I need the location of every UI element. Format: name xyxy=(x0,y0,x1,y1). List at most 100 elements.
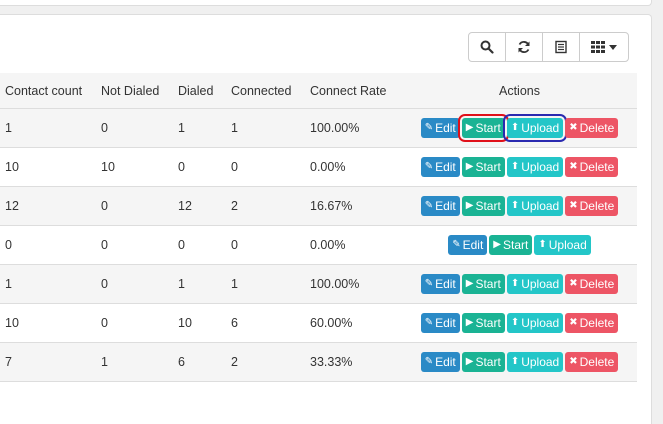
upload-icon: ⬆ xyxy=(538,239,547,250)
start-button-label: Start xyxy=(475,277,501,291)
cell-connect-rate: 100.00% xyxy=(305,264,402,304)
edit-button-label: Edit xyxy=(462,238,484,252)
edit-icon: ✎ xyxy=(424,161,434,172)
cell-connected: 6 xyxy=(226,303,305,343)
edit-button[interactable]: ✎ Edit xyxy=(420,118,460,138)
delete-button[interactable]: ✖ Delete xyxy=(565,196,619,216)
start-button-label: Start xyxy=(475,316,501,330)
start-button[interactable]: ▶ Start xyxy=(461,274,505,294)
cell-connected: 0 xyxy=(226,147,305,187)
upload-button-label: Upload xyxy=(548,238,587,252)
delete-button[interactable]: ✖ Delete xyxy=(565,118,619,138)
search-icon xyxy=(480,40,494,54)
header-dialed[interactable]: Dialed xyxy=(173,73,226,109)
cell-actions: ✎ Edit ▶ Start ⬆ Upload ✖ Delete xyxy=(402,147,637,187)
edit-button[interactable]: ✎ Edit xyxy=(420,313,460,333)
edit-icon: ✎ xyxy=(424,317,434,328)
upload-icon: ⬆ xyxy=(510,278,520,289)
cell-connected: 0 xyxy=(226,225,305,265)
cell-actions: ✎ Edit ▶ Start ⬆ Upload ✖ Delete xyxy=(402,342,637,382)
columns-dropdown-button[interactable] xyxy=(579,32,629,62)
cell-dialed: 6 xyxy=(173,342,226,382)
upload-button-label: Upload xyxy=(521,160,560,174)
toggle-view-button[interactable] xyxy=(542,32,580,62)
cell-contact-count: 1 xyxy=(0,264,96,304)
delete-button[interactable]: ✖ Delete xyxy=(565,157,619,177)
start-button[interactable]: ▶ Start xyxy=(461,157,505,177)
header-not-dialed[interactable]: Not Dialed xyxy=(96,73,173,109)
upload-button[interactable]: ⬆ Upload xyxy=(502,114,568,142)
upload-icon: ⬆ xyxy=(510,317,520,328)
start-button[interactable]: ▶ Start xyxy=(457,114,509,142)
play-icon: ▶ xyxy=(465,200,474,211)
play-icon: ▶ xyxy=(465,356,474,367)
header-contact-count[interactable]: Contact count xyxy=(0,73,96,109)
delete-button[interactable]: ✖ Delete xyxy=(565,313,619,333)
cell-dialed: 10 xyxy=(173,303,226,343)
cell-dialed: 1 xyxy=(173,108,226,148)
edit-button-label: Edit xyxy=(435,121,456,135)
table-row: 10 0 10 6 60.00% ✎ Edit ▶ Start ⬆ Upload ✖ Delete xyxy=(0,303,637,343)
table-row: 1 0 1 1 100.00% ✎ Edit ▶ Start ⬆ Upload ✖ Delete xyxy=(0,108,637,148)
edit-icon: ✎ xyxy=(424,122,434,133)
close-icon: ✖ xyxy=(569,200,578,211)
cell-connected: 1 xyxy=(226,264,305,304)
play-icon: ▶ xyxy=(465,161,474,172)
edit-button[interactable]: ✎ Edit xyxy=(420,274,460,294)
cell-contact-count: 10 xyxy=(0,303,96,343)
cell-connect-rate: 0.00% xyxy=(305,225,402,265)
search-button[interactable] xyxy=(468,32,506,62)
play-icon: ▶ xyxy=(493,239,501,250)
play-icon: ▶ xyxy=(465,317,474,328)
cell-dialed: 0 xyxy=(173,225,226,265)
delete-button-label: Delete xyxy=(579,316,615,330)
delete-button-label: Delete xyxy=(579,355,615,369)
upload-button[interactable]: ⬆ Upload xyxy=(506,352,564,372)
cell-actions: ✎ Edit ▶ Start ⬆ Upload ✖ Delete xyxy=(402,108,637,148)
cell-contact-count: 0 xyxy=(0,225,96,265)
upload-icon: ⬆ xyxy=(510,122,520,133)
edit-button[interactable]: ✎ Edit xyxy=(448,235,488,255)
close-icon: ✖ xyxy=(569,356,578,367)
upload-button[interactable]: ⬆ Upload xyxy=(506,274,564,294)
header-actions: Actions xyxy=(402,73,637,109)
edit-button[interactable]: ✎ Edit xyxy=(420,196,460,216)
cell-contact-count: 7 xyxy=(0,342,96,382)
delete-button[interactable]: ✖ Delete xyxy=(565,352,619,372)
start-button-label: Start xyxy=(475,160,501,174)
upload-button[interactable]: ⬆ Upload xyxy=(506,157,564,177)
upload-button[interactable]: ⬆ Upload xyxy=(534,235,591,255)
edit-icon: ✎ xyxy=(424,278,434,289)
play-icon: ▶ xyxy=(465,122,474,133)
cell-not-dialed: 0 xyxy=(96,264,173,304)
header-connected[interactable]: Connected xyxy=(226,73,305,109)
table-toolbar xyxy=(468,32,629,64)
upload-button-label: Upload xyxy=(521,121,560,135)
header-connect-rate[interactable]: Connect Rate xyxy=(305,73,402,109)
cell-contact-count: 10 xyxy=(0,147,96,187)
edit-icon: ✎ xyxy=(452,239,461,250)
cell-contact-count: 12 xyxy=(0,186,96,226)
upload-button[interactable]: ⬆ Upload xyxy=(506,313,564,333)
cell-dialed: 12 xyxy=(173,186,226,226)
delete-button[interactable]: ✖ Delete xyxy=(565,274,619,294)
edit-button[interactable]: ✎ Edit xyxy=(420,352,460,372)
start-button[interactable]: ▶ Start xyxy=(489,235,533,255)
cell-not-dialed: 0 xyxy=(96,303,173,343)
start-button[interactable]: ▶ Start xyxy=(461,313,505,333)
edit-button-label: Edit xyxy=(435,160,456,174)
edit-icon: ✎ xyxy=(424,200,434,211)
edit-button[interactable]: ✎ Edit xyxy=(420,157,460,177)
edit-button-label: Edit xyxy=(435,355,456,369)
upload-button[interactable]: ⬆ Upload xyxy=(506,196,564,216)
refresh-button[interactable] xyxy=(505,32,543,62)
cell-connected: 2 xyxy=(226,342,305,382)
start-button[interactable]: ▶ Start xyxy=(461,352,505,372)
cell-contact-count: 1 xyxy=(0,108,96,148)
previous-panel xyxy=(0,0,652,6)
table-row: 0 0 0 0 0.00% ✎ Edit ▶ Start ⬆ Upload xyxy=(0,225,637,265)
start-button[interactable]: ▶ Start xyxy=(461,196,505,216)
table-header-row: Contact count Not Dialed Dialed Connecte… xyxy=(0,73,637,109)
cell-not-dialed: 1 xyxy=(96,342,173,382)
upload-button-label: Upload xyxy=(521,316,560,330)
